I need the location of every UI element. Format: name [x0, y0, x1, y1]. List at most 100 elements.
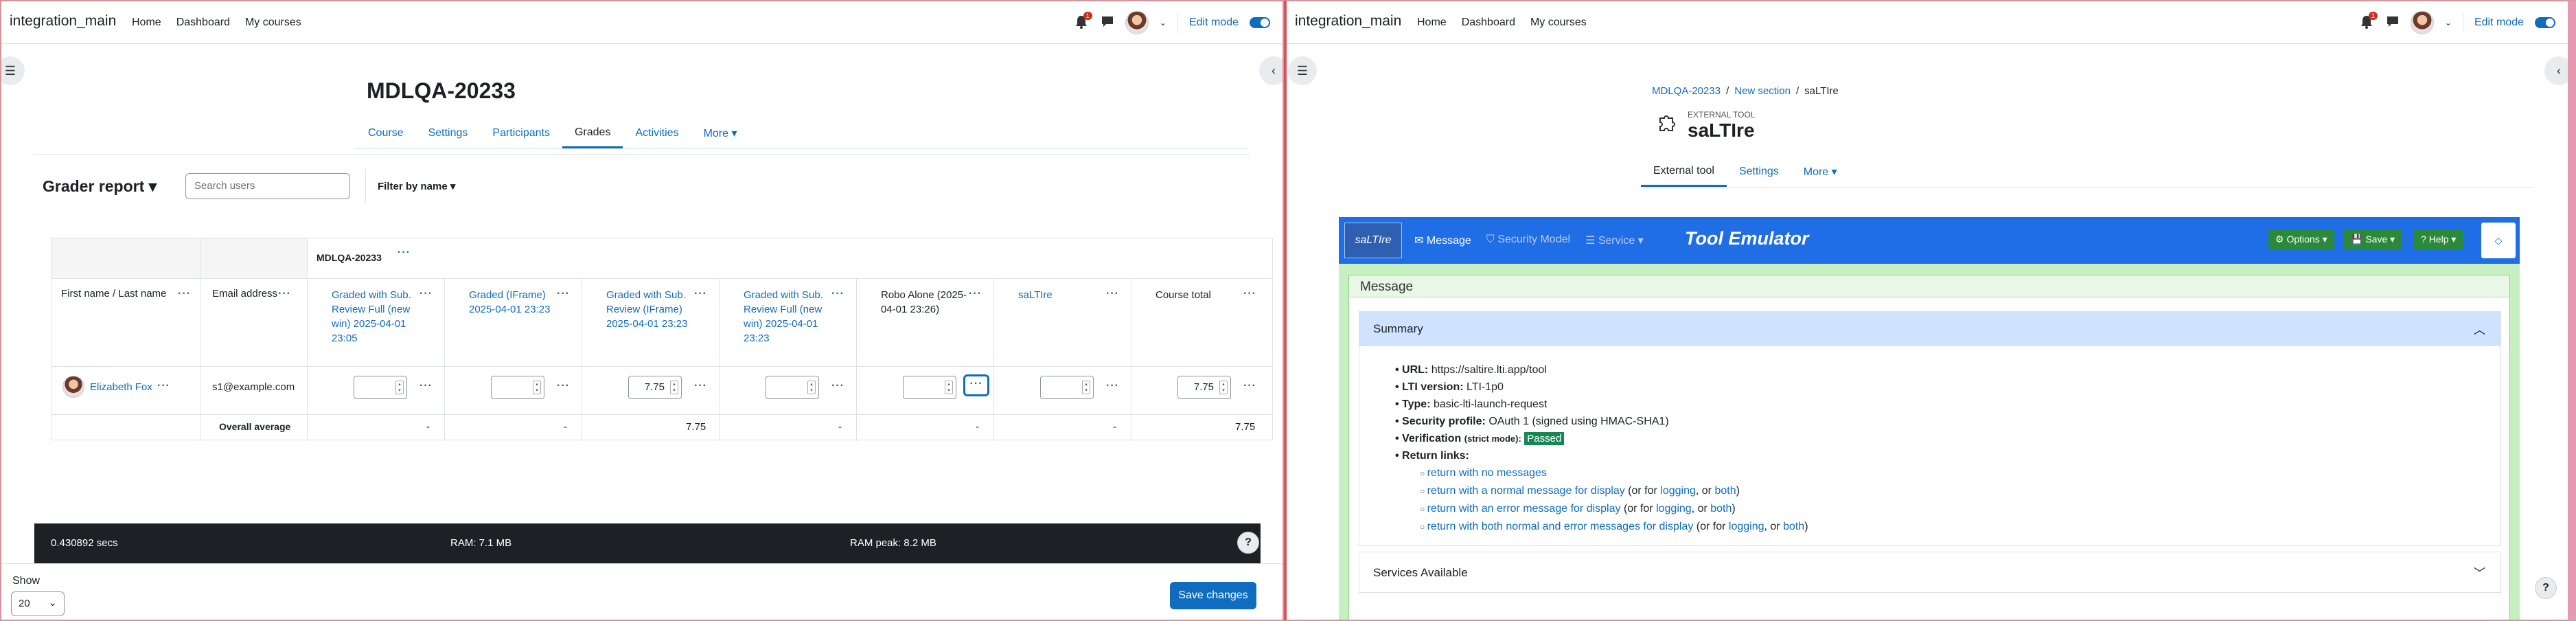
grade-input-1[interactable]: ▴ ▾ — [354, 376, 407, 399]
student-avatar — [62, 376, 84, 398]
site-brand[interactable]: integration_main — [10, 13, 116, 30]
stepper-icon[interactable]: ▴ ▾ — [1219, 381, 1228, 394]
cell-actions-icon-5[interactable]: ··· — [963, 374, 989, 396]
cell-actions-icon-7[interactable]: ··· — [1243, 379, 1256, 393]
user-avatar[interactable] — [1125, 11, 1149, 34]
cell-actions-icon-1[interactable]: ··· — [419, 379, 433, 393]
cell-actions-icon-4[interactable]: ··· — [831, 379, 844, 393]
edit-mode-toggle[interactable] — [1250, 17, 1270, 28]
tab-participants[interactable]: Participants — [480, 118, 562, 148]
grade-item-header-4[interactable]: Graded with Sub. Review Full (new win) 2… — [728, 288, 831, 346]
nav-dashboard[interactable]: Dashboard — [176, 16, 230, 29]
course-total-actions-icon[interactable]: ··· — [1243, 286, 1256, 301]
help-icon[interactable]: ? — [1237, 532, 1259, 554]
search-users-input[interactable]: Search users — [185, 173, 350, 199]
grade-item-actions-icon-5[interactable]: ··· — [969, 286, 982, 301]
cell-actions-icon-2[interactable]: ··· — [557, 379, 570, 393]
tab-more[interactable]: More ▾ — [1791, 157, 1850, 187]
stepper-icon[interactable]: ▴ ▾ — [395, 381, 404, 394]
menu-security-model[interactable]: ⛉ Security Model — [1486, 234, 1570, 247]
chevron-down-icon[interactable]: ⌄ — [2445, 18, 2452, 27]
grade-item-actions-icon-1[interactable]: ··· — [419, 286, 433, 301]
summary-header[interactable]: Summary ︿ — [1359, 312, 2500, 346]
per-page-select[interactable]: 20 ⌄ — [11, 591, 65, 616]
return-error-message-link[interactable]: return with an error message for display — [1427, 503, 1621, 515]
grader-report-selector[interactable]: Grader report ▾ — [43, 177, 157, 196]
help-button[interactable]: ? Help ▾ — [2414, 229, 2463, 250]
options-button[interactable]: ⚙ Options ▾ — [2268, 229, 2334, 250]
breadcrumb-course[interactable]: MDLQA-20233 — [1652, 85, 1721, 97]
return-both-messages-link[interactable]: return with both normal and error messag… — [1427, 521, 1694, 532]
tab-settings[interactable]: Settings — [1727, 157, 1791, 187]
grade-input-3[interactable]: 7.75 ▴ ▾ — [628, 376, 682, 399]
filter-by-name-button[interactable]: Filter by name ▾ — [378, 180, 455, 192]
save-changes-button[interactable]: Save changes — [1170, 582, 1256, 609]
category-actions-icon[interactable]: ··· — [398, 245, 411, 260]
grade-input-2[interactable]: ▴ ▾ — [491, 376, 544, 399]
nav-home[interactable]: Home — [132, 16, 161, 29]
stepper-icon[interactable]: ▴ ▾ — [533, 381, 541, 394]
messages-icon[interactable] — [1101, 15, 1114, 31]
grade-input-5[interactable]: ▴ ▾ — [903, 376, 956, 399]
course-index-toggle[interactable]: ☰ — [1288, 56, 1317, 85]
stepper-icon[interactable]: ▴ ▾ — [670, 381, 678, 394]
top-navbar: integration_main Home Dashboard My cours… — [1287, 1, 2568, 44]
site-brand[interactable]: integration_main — [1295, 13, 1401, 30]
return-error-both-link[interactable]: both — [1710, 503, 1732, 515]
save-button[interactable]: 💾 Save ▾ — [2344, 229, 2402, 250]
grade-item-actions-icon-3[interactable]: ··· — [694, 286, 707, 301]
course-total-input[interactable]: 7.75 ▴ ▾ — [1177, 376, 1231, 399]
return-normal-both-link[interactable]: both — [1714, 485, 1736, 497]
stepper-icon[interactable]: ▴ ▾ — [945, 381, 953, 394]
stepper-icon[interactable]: ▴ ▾ — [1082, 381, 1090, 394]
grade-input-4[interactable]: ▴ ▾ — [766, 376, 819, 399]
cell-actions-icon-3[interactable]: ··· — [694, 379, 707, 393]
chevron-down-icon[interactable]: ⌄ — [1160, 18, 1166, 27]
edit-mode-toggle[interactable] — [2535, 17, 2555, 28]
tab-course[interactable]: Course — [356, 118, 416, 148]
nav-my-courses[interactable]: My courses — [1530, 16, 1587, 29]
messages-icon[interactable] — [2386, 15, 2400, 31]
notification-bell-icon[interactable]: 1 — [2360, 12, 2378, 31]
tab-settings[interactable]: Settings — [416, 118, 481, 148]
return-normal-logging-link[interactable]: logging — [1660, 485, 1696, 497]
return-no-messages-link[interactable]: return with no messages — [1427, 467, 1547, 479]
cell-actions-icon-6[interactable]: ··· — [1106, 379, 1119, 393]
return-normal-message-link[interactable]: return with a normal message for display — [1427, 485, 1625, 497]
grade-input-6[interactable]: ▴ ▾ — [1040, 376, 1094, 399]
grade-item-actions-icon-4[interactable]: ··· — [831, 286, 844, 301]
nav-home[interactable]: Home — [1417, 16, 1447, 29]
services-available-header[interactable]: Services Available ﹀ — [1359, 552, 2501, 593]
grade-item-actions-icon-6[interactable]: ··· — [1106, 286, 1119, 301]
block-drawer-toggle[interactable]: ‹ — [2544, 56, 2568, 85]
email-column-actions-icon[interactable]: ··· — [278, 286, 291, 301]
name-column-header[interactable]: First name / Last name — [61, 286, 166, 301]
help-icon[interactable]: ? — [2535, 577, 2557, 599]
menu-message[interactable]: ✉ Message — [1414, 234, 1471, 247]
tab-more[interactable]: More ▾ — [691, 118, 750, 148]
return-both-both-link[interactable]: both — [1783, 521, 1804, 532]
nav-dashboard[interactable]: Dashboard — [1462, 16, 1515, 29]
saltire-logo[interactable]: saLTIre — [1344, 223, 1402, 258]
name-column-actions-icon[interactable]: ··· — [178, 286, 191, 301]
course-index-toggle[interactable]: ☰ — [1, 56, 25, 85]
menu-service[interactable]: ☰ Service ▾ — [1585, 234, 1644, 247]
grade-item-header-2[interactable]: Graded (IFrame) 2025-04-01 23:23 — [454, 288, 557, 317]
tab-activities[interactable]: Activities — [623, 118, 691, 148]
student-actions-icon[interactable]: ··· — [157, 379, 170, 393]
student-name-link[interactable]: Elizabeth Fox — [90, 380, 152, 394]
grade-item-header-1[interactable]: Graded with Sub. Review Full (new win) 2… — [317, 288, 419, 346]
return-both-logging-link[interactable]: logging — [1729, 521, 1764, 532]
stepper-icon[interactable]: ▴ ▾ — [807, 381, 816, 394]
nav-my-courses[interactable]: My courses — [245, 16, 301, 29]
tab-external-tool[interactable]: External tool — [1641, 157, 1727, 187]
tab-grades[interactable]: Grades — [562, 118, 623, 148]
grade-item-header-3[interactable]: Graded with Sub. Review (IFrame) 2025-04… — [591, 288, 694, 331]
user-avatar[interactable] — [2410, 11, 2434, 34]
block-drawer-toggle[interactable]: ‹ — [1259, 56, 1283, 85]
grade-item-header-6[interactable]: saLTIre — [1003, 288, 1106, 302]
breadcrumb-section[interactable]: New section — [1734, 85, 1791, 97]
return-error-logging-link[interactable]: logging — [1656, 503, 1692, 515]
grade-item-actions-icon-2[interactable]: ··· — [557, 286, 570, 301]
notification-bell-icon[interactable]: 1 — [1074, 12, 1092, 31]
